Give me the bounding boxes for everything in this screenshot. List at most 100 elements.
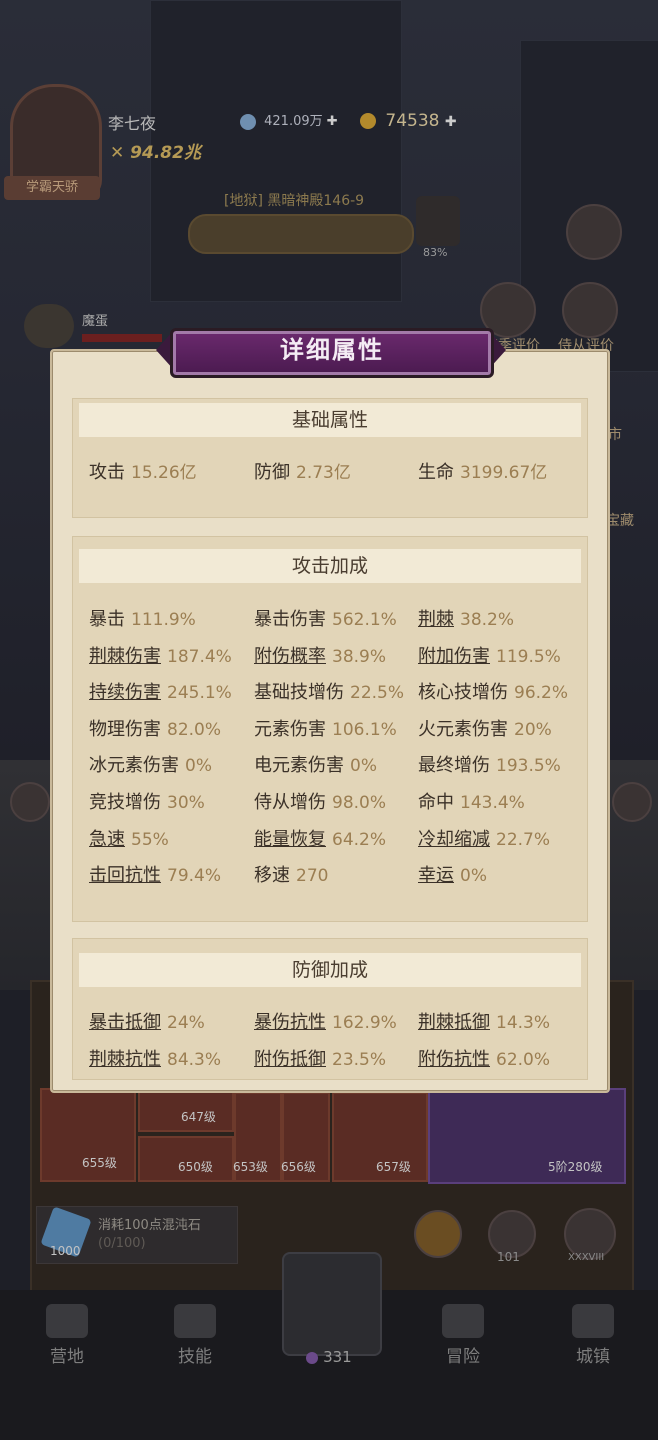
stage-progress-bar[interactable] (188, 214, 414, 254)
map-icon (442, 1304, 484, 1338)
stat-label: 急速 (89, 828, 125, 850)
stat-value: 62.0% (496, 1049, 551, 1070)
stat-value: 22.5% (350, 683, 405, 704)
stat-value: 82.0% (167, 719, 222, 740)
stat-label: 防御 (254, 462, 290, 483)
combat-power-value: 94.82兆 (130, 143, 201, 163)
nav-skills[interactable]: 技能 (160, 1304, 230, 1367)
stat-label: 暴伤抗性 (254, 1012, 326, 1033)
stat-label: 持续伤害 (89, 682, 161, 704)
chat-icon[interactable] (10, 782, 50, 822)
nav-camp-label: 营地 (50, 1347, 84, 1367)
stat-item[interactable]: 荆棘 38.2% (418, 608, 514, 632)
castle-icon (572, 1304, 614, 1338)
gold-currency: 74538 ✚ (360, 110, 457, 132)
stat-value: 79.4% (167, 866, 222, 887)
refresh-button[interactable] (414, 1210, 462, 1258)
servant-rating-button[interactable] (562, 282, 618, 338)
combat-power: ✕ 94.82兆 (110, 138, 201, 163)
nav-battle-button[interactable] (282, 1252, 382, 1356)
stat-label: 火元素伤害 (418, 718, 508, 740)
stat-label: 暴击伤害 (254, 609, 326, 630)
nav-adventure[interactable]: 冒险 (428, 1304, 498, 1367)
stat-label: 暴击抵御 (89, 1012, 161, 1033)
stat-item[interactable]: 急速 55% (89, 828, 169, 852)
stat-item: 竞技增伤 30% (89, 791, 205, 815)
stat-item[interactable]: 击回抗性 79.4% (89, 864, 221, 888)
stat-item[interactable]: 暴击抵御 24% (89, 1011, 205, 1035)
stat-item: 暴击 111.9% (89, 608, 196, 632)
section-heading: 攻击加成 (79, 549, 581, 583)
stat-label: 冷却缩减 (418, 828, 490, 850)
skill-book-icon (174, 1304, 216, 1338)
nav-battle-count-value: 331 (323, 1348, 352, 1366)
stat-label: 附伤抵御 (254, 1048, 326, 1070)
stat-value: 96.2% (514, 683, 569, 704)
equipment-level: 650级 (178, 1160, 213, 1174)
nav-town[interactable]: 城镇 (558, 1304, 628, 1367)
diamond-amount: 421.09万 (264, 114, 323, 129)
dialog-title: 详细属性 (280, 336, 384, 364)
stat-item[interactable]: 荆棘抵御 14.3% (418, 1011, 550, 1035)
enemy-avatar (24, 304, 74, 348)
enemy-name: 魔蛋 (82, 314, 109, 329)
stat-label: 命中 (418, 792, 454, 813)
nav-adventure-label: 冒险 (446, 1347, 480, 1367)
stat-value: 143.4% (460, 793, 525, 813)
stat-label: 暴击 (89, 609, 125, 630)
stat-label: 荆棘 (418, 609, 454, 630)
chaos-stone-count: 1000 (50, 1244, 81, 1258)
stat-label: 移速 (254, 865, 290, 887)
stat-item: 火元素伤害 20% (418, 718, 552, 742)
stat-value: 14.3% (496, 1013, 551, 1033)
stat-item[interactable]: 荆棘抗性 84.3% (89, 1048, 221, 1072)
stat-label: 能量恢复 (254, 828, 326, 850)
stat-item: 核心技增伤 96.2% (418, 681, 568, 705)
gold-coin-icon (360, 113, 376, 129)
cost-progress: (0/100) (98, 1236, 146, 1251)
stat-label: 荆棘伤害 (89, 645, 161, 667)
stat-item: 暴击伤害 562.1% (254, 608, 397, 632)
stat-item: 侍从增伤 98.0% (254, 791, 386, 815)
stat-value: 111.9% (131, 610, 196, 630)
boss-icon[interactable] (416, 196, 460, 246)
stat-value: 64.2% (332, 829, 387, 850)
stat-item[interactable]: 冷却缩减 22.7% (418, 828, 550, 852)
stat-value: 193.5% (496, 756, 561, 777)
gear-upgrade-count: 101 (497, 1250, 520, 1264)
stat-value: 245.1% (167, 683, 232, 704)
stat-item[interactable]: 荆棘伤害 187.4% (89, 645, 232, 669)
energy-icon (306, 1351, 319, 1364)
stat-item[interactable]: 能量恢复 64.2% (254, 828, 386, 852)
stat-label: 核心技增伤 (418, 682, 508, 704)
stat-label: 幸运 (418, 865, 454, 887)
stat-label: 电元素伤害 (254, 755, 344, 777)
stat-label: 荆棘抵御 (418, 1012, 490, 1033)
stat-item[interactable]: 附伤抗性 62.0% (418, 1048, 550, 1072)
stat-label: 最终增伤 (418, 755, 490, 777)
stat-value: 20% (514, 719, 552, 740)
stat-item[interactable]: 暴伤抗性 162.9% (254, 1011, 397, 1035)
stage-progress-text: 83% (423, 246, 448, 259)
stat-item[interactable]: 幸运 0% (418, 864, 487, 888)
nav-battle-count: 331 (294, 1348, 364, 1366)
add-gold-button[interactable]: ✚ (445, 114, 457, 130)
settings-gear-button[interactable] (566, 204, 622, 260)
stat-item[interactable]: 附加伤害 119.5% (418, 645, 561, 669)
enemy-health-bar (82, 334, 162, 342)
stat-item[interactable]: 持续伤害 245.1% (89, 681, 232, 705)
stat-label: 附加伤害 (418, 645, 490, 667)
player-name: 李七夜 (108, 114, 157, 133)
diamond-icon (240, 113, 256, 130)
add-diamond-button[interactable]: ✚ (327, 114, 338, 129)
stat-value: 15.26亿 (131, 463, 197, 483)
sword-icon: ✕ (110, 143, 125, 163)
section-heading: 基础属性 (79, 403, 581, 437)
stat-label: 侍从增伤 (254, 792, 326, 813)
wings-level: 5阶280级 (548, 1160, 603, 1174)
stat-item[interactable]: 附伤抵御 23.5% (254, 1048, 386, 1072)
battle-icon[interactable] (612, 782, 652, 822)
stat-value: 84.3% (167, 1049, 222, 1070)
stat-item[interactable]: 附伤概率 38.9% (254, 645, 386, 669)
nav-camp[interactable]: 营地 (32, 1304, 102, 1367)
